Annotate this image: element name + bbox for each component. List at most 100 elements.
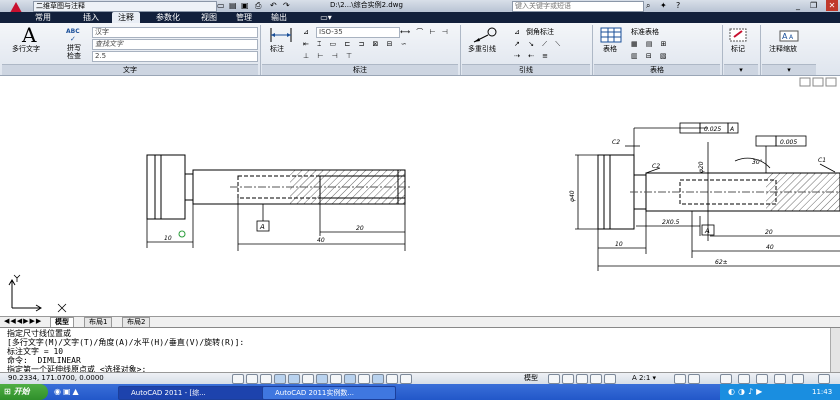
workspace-switch-icon[interactable] [720, 374, 732, 384]
left-shaft-part [146, 154, 410, 220]
leader-tools-row1-icon[interactable]: ↗ ↘ ⟋ ⟍ [514, 40, 563, 49]
leader-panel-title[interactable]: 引线 [462, 64, 590, 75]
dim-tools-row3-icon[interactable]: ⊥ ⊢ ⊣ ⊤ [303, 52, 355, 61]
dim-tools-row1-icon[interactable]: ⟷ ⌒ ⊢ ⊣ [400, 28, 450, 37]
close-icon[interactable]: ✕ [826, 0, 838, 11]
tray-icons[interactable]: ◐◑♪▶ [728, 387, 765, 397]
tab-view[interactable]: 视图 [196, 12, 222, 23]
markup-button[interactable]: 标记 [731, 45, 745, 54]
text-panel-title[interactable]: 文字 [2, 64, 258, 75]
3dosnap-toggle-icon[interactable] [302, 374, 314, 384]
save-icon[interactable]: ▣ [241, 0, 249, 11]
text-height-select[interactable]: 2.5 [92, 51, 258, 62]
zoom-icon[interactable] [590, 374, 602, 384]
status-menu-icon[interactable] [792, 374, 804, 384]
model-space-button[interactable]: 模型 [524, 373, 538, 384]
polar-toggle-icon[interactable] [274, 374, 286, 384]
tab-manage[interactable]: 管理 [231, 12, 257, 23]
workspace-select[interactable]: 二维草图与注释 [33, 1, 217, 12]
ortho-toggle-icon[interactable] [260, 374, 272, 384]
start-label: 开始 [13, 387, 30, 396]
dyn-toggle-icon[interactable] [344, 374, 356, 384]
command-scrollbar[interactable] [830, 328, 840, 372]
document-title: D:\2...\综合实例2.dwg [330, 1, 403, 9]
multileader-button[interactable]: 多重引线 [468, 45, 496, 54]
subscription-icon[interactable]: ✦ [660, 0, 667, 11]
table-style-select[interactable]: 标准表格 [631, 28, 659, 37]
help-search-input[interactable]: 键入关键字或短语 [512, 1, 644, 12]
markup-icon[interactable] [728, 27, 750, 43]
mtext-icon[interactable]: A [22, 24, 36, 46]
find-text-input[interactable]: 查找文字 [92, 39, 258, 50]
annotation-scale-icon[interactable]: A A [778, 27, 800, 43]
tab-output[interactable]: 输出 [266, 12, 292, 23]
table-button[interactable]: 表格 [603, 45, 617, 54]
quickview-icon[interactable] [562, 374, 574, 384]
quicklaunch-icons[interactable]: ◉▣▲ [54, 387, 81, 397]
system-clock[interactable]: 11:43 [812, 384, 832, 400]
command-window[interactable]: 指定尺寸线位置或 [多行文字(M)/文字(T)/角度(A)/水平(H)/垂直(V… [0, 327, 840, 374]
isolate-objects-icon[interactable] [774, 374, 786, 384]
dim-panel-title[interactable]: 标注 [262, 64, 458, 75]
leader-tools-row2-icon[interactable]: ⇢ ⇠ ≡ [514, 52, 551, 61]
mleader-style-select[interactable]: 倒角标注 [526, 28, 554, 37]
sc-toggle-icon[interactable] [400, 374, 412, 384]
dim-style-icon: ⊿ [303, 28, 309, 36]
pan-icon[interactable] [576, 374, 588, 384]
coordinate-readout[interactable]: 90.2334, 171.0700, 0.0000 [8, 373, 104, 384]
hardware-accel-icon[interactable] [756, 374, 768, 384]
lock-icon[interactable] [738, 374, 750, 384]
ducs-toggle-icon[interactable] [330, 374, 342, 384]
tab-overflow-icon[interactable]: ▭▾ [316, 12, 336, 23]
new-icon[interactable]: ▭ [217, 0, 225, 11]
undo-icon[interactable]: ↶ [270, 0, 277, 11]
osnap-toggle-icon[interactable] [288, 374, 300, 384]
open-icon[interactable]: ▤ [229, 0, 237, 11]
annotation-scale-button[interactable]: 注释缩放 [769, 45, 797, 54]
dim-style-select[interactable]: ISO-35 [316, 27, 400, 38]
tab-insert[interactable]: 插入 [78, 12, 104, 23]
otrack-toggle-icon[interactable] [316, 374, 328, 384]
search-icon[interactable]: ⌕ [646, 0, 650, 11]
markup-panel-dropdown[interactable]: ▾ [724, 64, 758, 75]
dimension-button[interactable]: 标注 [270, 45, 284, 54]
spellcheck-button[interactable]: 拼写检查 [67, 44, 87, 60]
annotation-visibility-icon[interactable] [674, 374, 686, 384]
taskbar-autocad-example[interactable]: AutoCAD 2011实例数... [262, 386, 396, 400]
taskbar-autocad-window[interactable]: AutoCAD 2011 - [综... [118, 386, 272, 400]
dimension-icon[interactable] [268, 26, 294, 44]
tab-home[interactable]: 常用 [30, 12, 56, 23]
auto-scale-icon[interactable] [688, 374, 700, 384]
qp-toggle-icon[interactable] [386, 374, 398, 384]
viewport-controls-icon[interactable] [799, 77, 837, 87]
tpy-toggle-icon[interactable] [372, 374, 384, 384]
redo-icon[interactable]: ↷ [283, 0, 290, 11]
mtext-button[interactable]: 多行文字 [12, 45, 40, 54]
table-icon[interactable] [600, 27, 622, 43]
command-history-line: 标注文字 = 10 [7, 347, 64, 356]
help-icon[interactable]: ? [676, 0, 680, 11]
steeringwheel-icon[interactable] [604, 374, 616, 384]
annotation-scale-select[interactable]: A 2:1 ▾ [632, 373, 656, 384]
table-tools-row1-icon[interactable]: ▦ ▤ ⊞ [631, 40, 670, 49]
multileader-icon[interactable] [472, 26, 500, 44]
drawing-canvas[interactable]: 10 40 20 A C2 C2 C1 30° 0.025 A 0.005 φ2… [0, 76, 840, 316]
scale-panel-dropdown[interactable]: ▾ [762, 64, 816, 75]
grid-toggle-icon[interactable] [246, 374, 258, 384]
layout-view-icon[interactable] [548, 374, 560, 384]
minimize-icon[interactable]: _ [796, 0, 800, 11]
tab-annotate[interactable]: 注释 [112, 12, 140, 23]
command-history-line: 指定尺寸线位置或 [7, 329, 71, 338]
tab-parametric[interactable]: 参数化 [150, 12, 186, 23]
lineweight-toggle-icon[interactable] [358, 374, 370, 384]
text-style-select[interactable]: 汉字 [92, 27, 258, 38]
clean-screen-icon[interactable] [818, 374, 830, 384]
table-panel-title[interactable]: 表格 [594, 64, 720, 75]
snap-toggle-icon[interactable] [232, 374, 244, 384]
dim-tools-row2-icon[interactable]: ⇤ ⌶ ▭ ⊏ ⊐ ⊠ ⊟ ∽ [303, 40, 410, 49]
layout-nav-icon[interactable]: ◀◀◀▶▶▶ [4, 317, 42, 326]
restore-icon[interactable]: ❐ [810, 0, 817, 11]
table-tools-row2-icon[interactable]: ▥ ⊟ ▧ [631, 52, 670, 61]
print-icon[interactable]: ⎙ [255, 0, 261, 11]
start-button[interactable]: ⊞ 开始 [0, 384, 48, 400]
